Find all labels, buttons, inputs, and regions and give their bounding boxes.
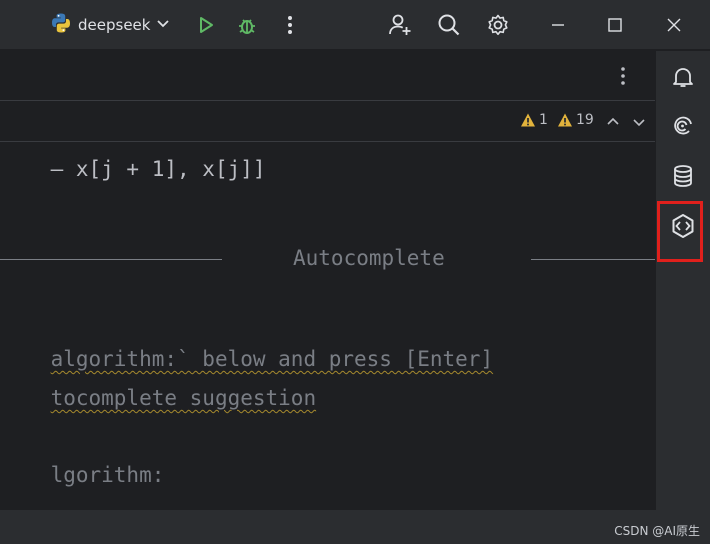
chevron-up-icon[interactable]: [606, 114, 620, 133]
gear-icon[interactable]: [483, 10, 513, 40]
code-text: tocomplete suggestion: [50, 386, 317, 410]
code-text: lgorithm:: [50, 463, 165, 487]
more-vertical-icon[interactable]: [275, 10, 305, 40]
maximize-icon[interactable]: [600, 10, 630, 40]
code-text: – x[j + 1], x[j]]: [50, 157, 266, 181]
right-tool-strip: [655, 51, 710, 510]
separator-line: [531, 259, 655, 260]
warning-count: 19: [576, 112, 594, 128]
chevron-down-icon[interactable]: [632, 114, 646, 133]
minimize-icon[interactable]: [543, 10, 573, 40]
project-selector[interactable]: deepseek: [50, 12, 170, 38]
title-bar: deepseek: [0, 0, 710, 50]
python-logo-icon: [50, 12, 72, 38]
code-line: tocomplete suggestion: [0, 362, 317, 434]
code-line: – x[j + 1], x[j]]: [0, 133, 266, 205]
search-icon[interactable]: [434, 10, 464, 40]
debug-icon[interactable]: [232, 10, 262, 40]
warning-icon: [558, 113, 572, 127]
more-vertical-icon[interactable]: [620, 66, 626, 90]
ai-assistant-icon[interactable]: [666, 109, 700, 143]
highlight-box: [657, 201, 703, 262]
chevron-down-icon: [156, 16, 170, 34]
watermark-text: CSDN @AI原生: [614, 524, 700, 538]
warning-icon: [521, 113, 535, 127]
editor-area[interactable]: 1 19 – x[j + 1], x[j]] Autocomplete algo…: [0, 51, 655, 510]
warning-count: 1: [539, 112, 548, 128]
weak-warning-indicator[interactable]: 1: [520, 112, 548, 128]
close-icon[interactable]: [659, 10, 689, 40]
editor-tab-bar: [0, 51, 655, 101]
warning-indicator[interactable]: 19: [557, 112, 594, 128]
separator-title: Autocomplete: [293, 246, 445, 270]
separator-line: [0, 259, 222, 260]
code-line: lgorithm:: [0, 439, 165, 511]
add-user-icon[interactable]: [385, 10, 415, 40]
project-name: deepseek: [78, 16, 151, 34]
database-icon[interactable]: [666, 159, 700, 193]
status-bar: CSDN @AI原生: [0, 510, 710, 544]
run-icon[interactable]: [191, 10, 221, 40]
bell-icon[interactable]: [666, 60, 700, 94]
